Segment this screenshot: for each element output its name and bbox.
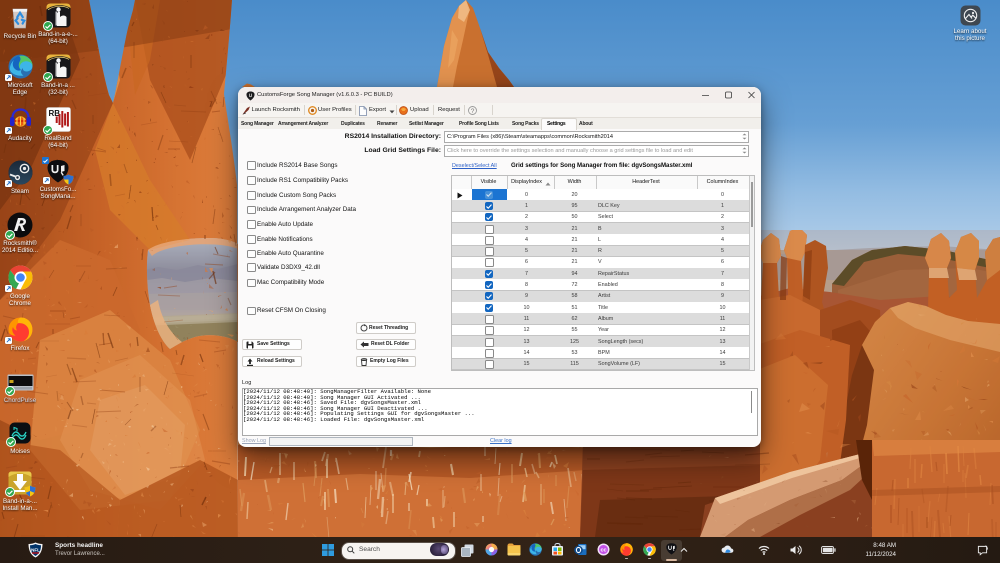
svg-text:?: ? xyxy=(471,107,475,114)
svg-text:NFL: NFL xyxy=(31,548,40,553)
svg-text:cc: cc xyxy=(600,548,606,554)
